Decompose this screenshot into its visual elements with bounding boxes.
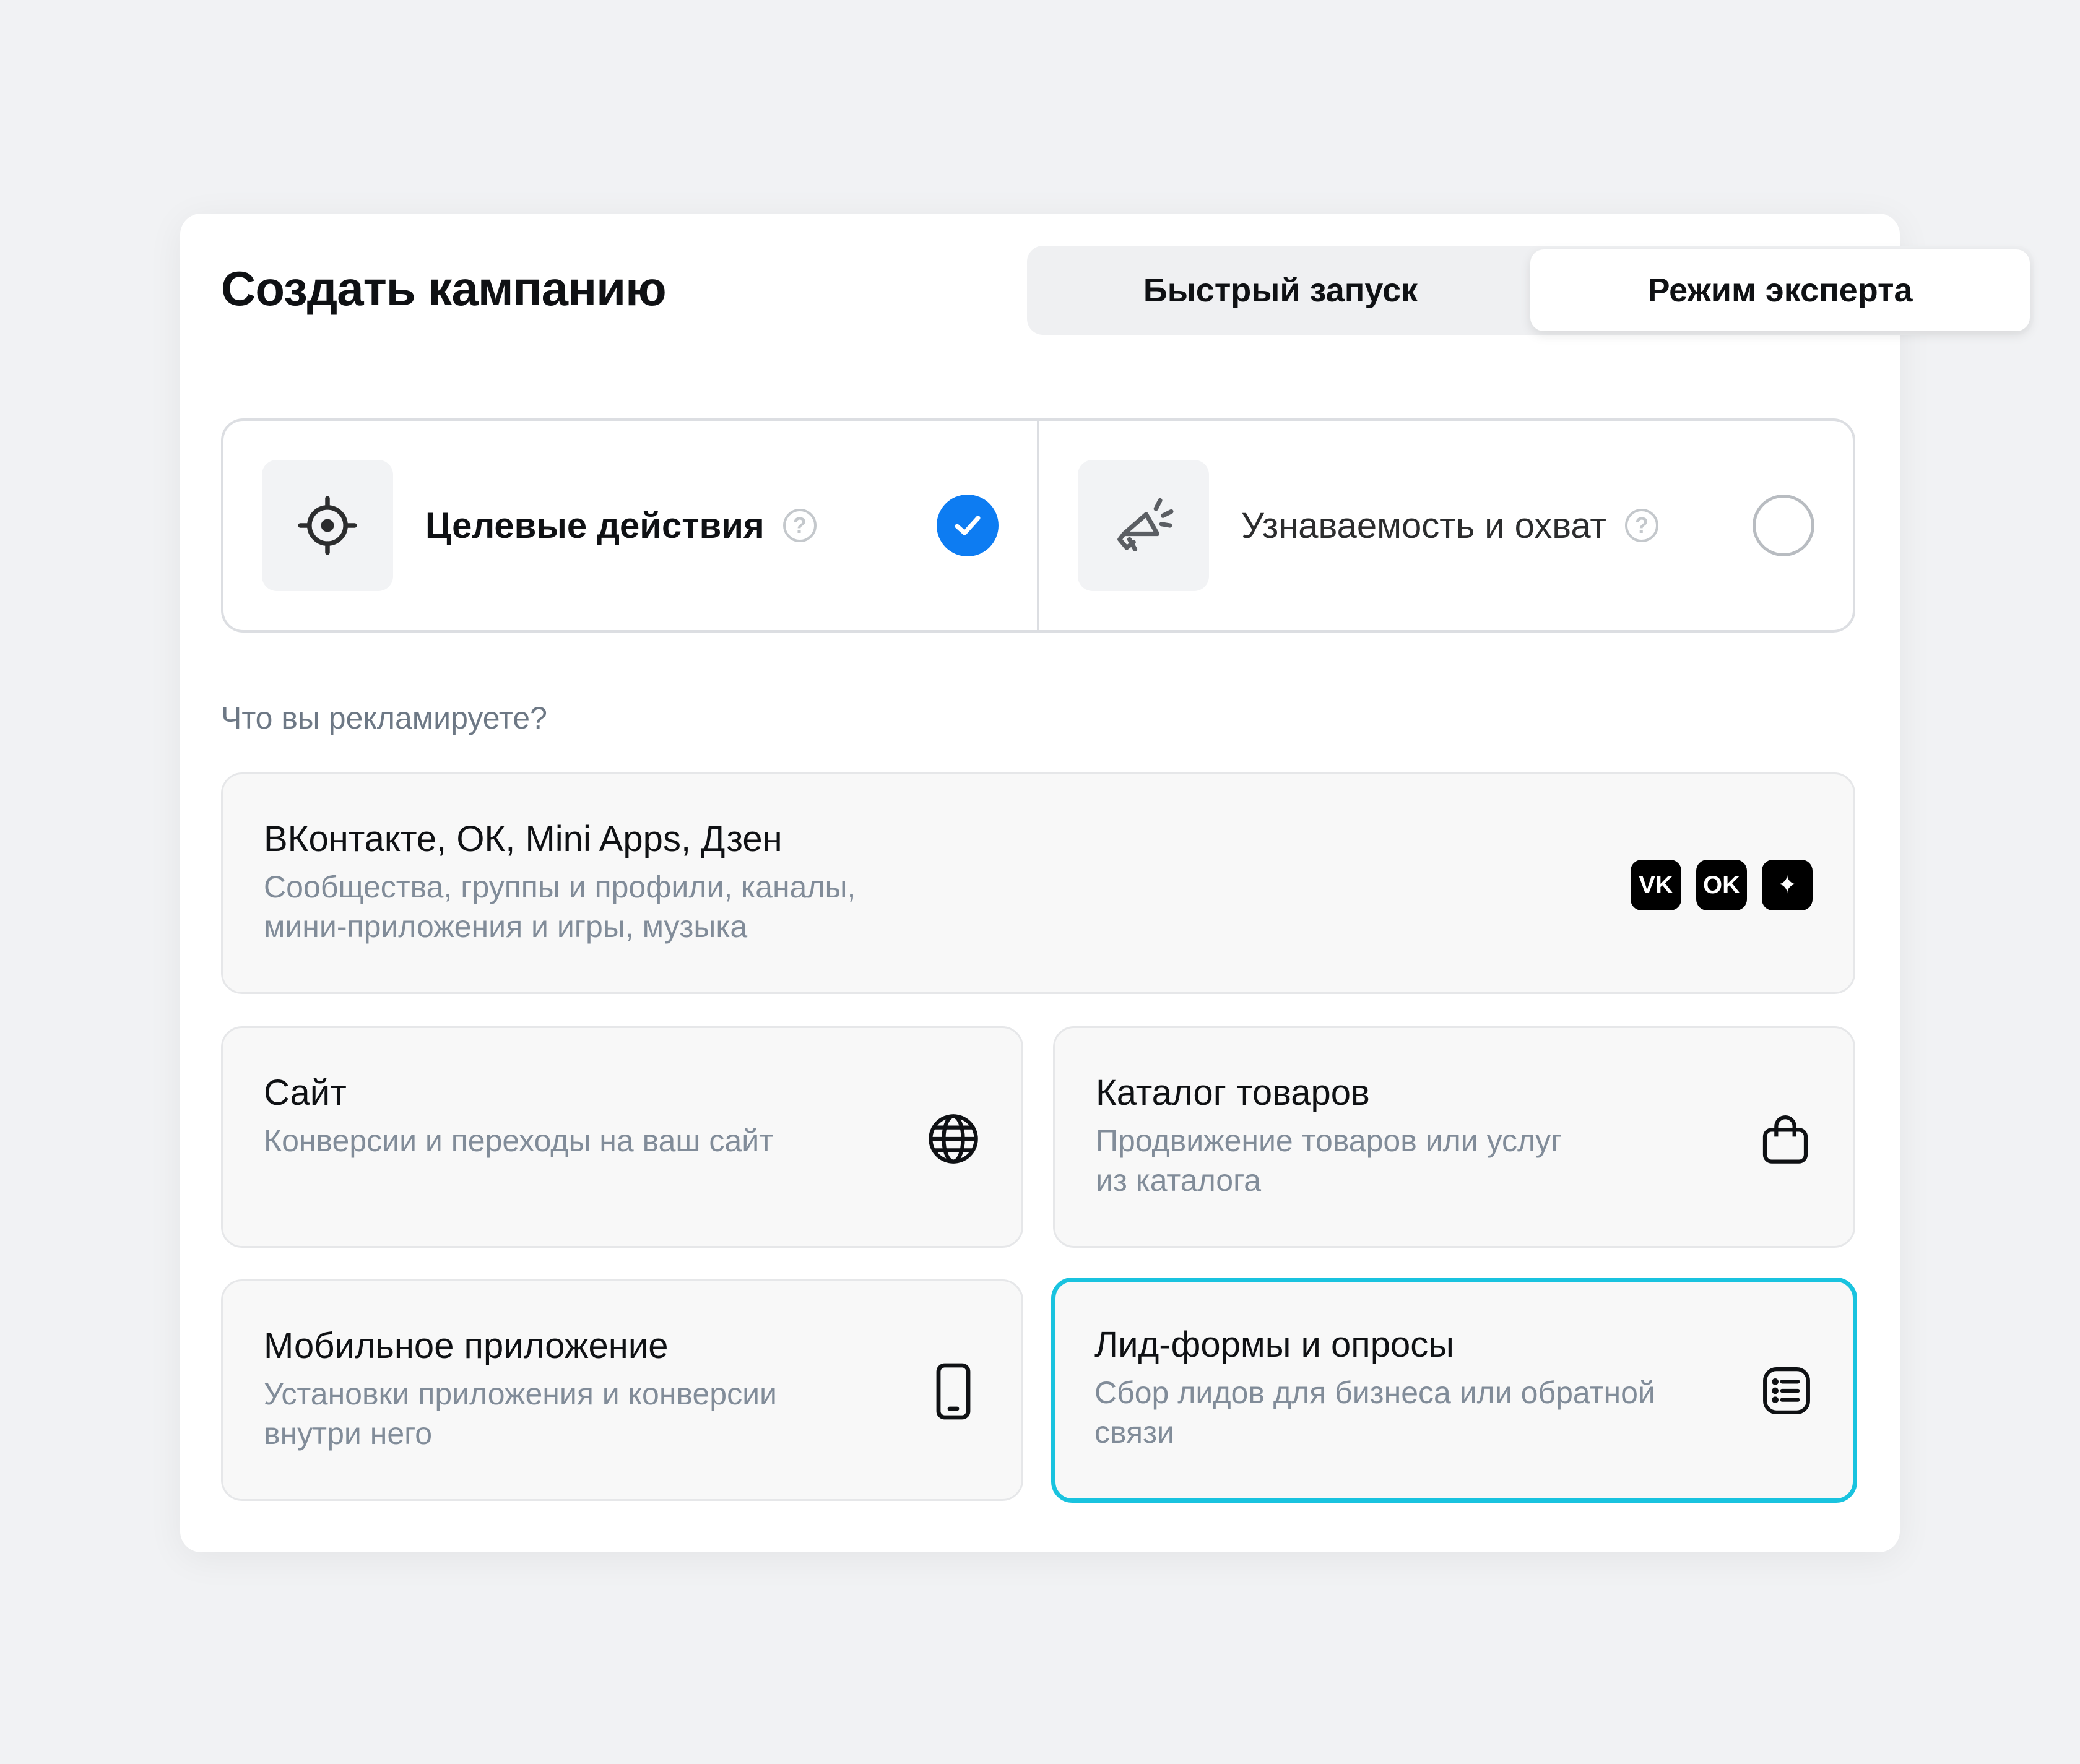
goal-awareness-reach-label: Узнаваемость и охват (1241, 505, 1606, 546)
option-title: Лид-формы и опросы (1094, 1325, 1454, 1365)
ok-icon: OK (1696, 860, 1747, 910)
option-lead-forms-surveys[interactable]: Лид-формы и опросы Сбор лидов для бизнес… (1051, 1278, 1857, 1503)
option-description: Установки приложения и конверсии внутри … (264, 1377, 777, 1451)
radio-unchecked-icon[interactable] (1753, 495, 1814, 556)
option-vk-ok-miniapps-dzen[interactable]: ВКонтакте, ОК, Mini Apps, Дзен Сообществ… (221, 772, 1855, 994)
list-form-icon (1759, 1364, 1814, 1421)
checked-icon[interactable] (937, 495, 999, 556)
help-icon[interactable]: ? (782, 509, 817, 542)
option-website[interactable]: Сайт Конверсии и переходы на ваш сайт (221, 1026, 1023, 1248)
goal-label: Узнаваемость и охват ? (1241, 505, 1658, 547)
promotion-question: Что вы рекламируете? (221, 701, 547, 735)
globe-icon (926, 1112, 981, 1169)
option-title: Мобильное приложение (264, 1326, 669, 1366)
megaphone-icon (1078, 460, 1209, 591)
option-product-catalog[interactable]: Каталог товаров Продвижение товаров или … (1053, 1026, 1855, 1248)
goal-awareness-reach[interactable]: Узнаваемость и охват ? (1037, 421, 1853, 630)
mode-switcher: Быстрый запуск Режим эксперта (1027, 246, 2034, 335)
target-icon (262, 460, 393, 591)
option-description: Сбор лидов для бизнеса или обратной связ… (1094, 1375, 1655, 1450)
help-icon[interactable]: ? (1625, 509, 1658, 542)
option-description: Сообщества, группы и профили, каналы, ми… (264, 870, 856, 944)
goal-target-actions[interactable]: Целевые действия ? (223, 421, 1037, 630)
smartphone-icon (926, 1362, 981, 1424)
page-title: Создать кампанию (221, 261, 667, 316)
option-mobile-app[interactable]: Мобильное приложение Установки приложени… (221, 1279, 1023, 1501)
goal-label: Целевые действия ? (425, 505, 817, 547)
option-title: Сайт (264, 1073, 347, 1113)
option-description: Конверсии и переходы на ваш сайт (264, 1123, 774, 1158)
option-description: Продвижение товаров или услуг из каталог… (1096, 1123, 1562, 1198)
vk-icon: VK (1631, 860, 1681, 910)
campaign-goal-selector: Целевые действия ? Узнаваемость и охват … (221, 418, 1855, 633)
option-title: ВКонтакте, ОК, Mini Apps, Дзен (264, 819, 782, 859)
goal-target-actions-label: Целевые действия (425, 505, 765, 546)
shopping-bag-icon (1758, 1112, 1813, 1169)
option-title: Каталог товаров (1096, 1073, 1370, 1113)
expert-mode-tab[interactable]: Режим эксперта (1530, 249, 2030, 331)
vk-ok-dzen-icons: VK OK ✦ (1631, 860, 1813, 910)
dzen-icon: ✦ (1762, 860, 1813, 910)
create-campaign-card: Создать кампанию Быстрый запуск Режим эк… (180, 214, 2034, 1552)
quick-launch-tab[interactable]: Быстрый запуск (1031, 249, 1530, 331)
